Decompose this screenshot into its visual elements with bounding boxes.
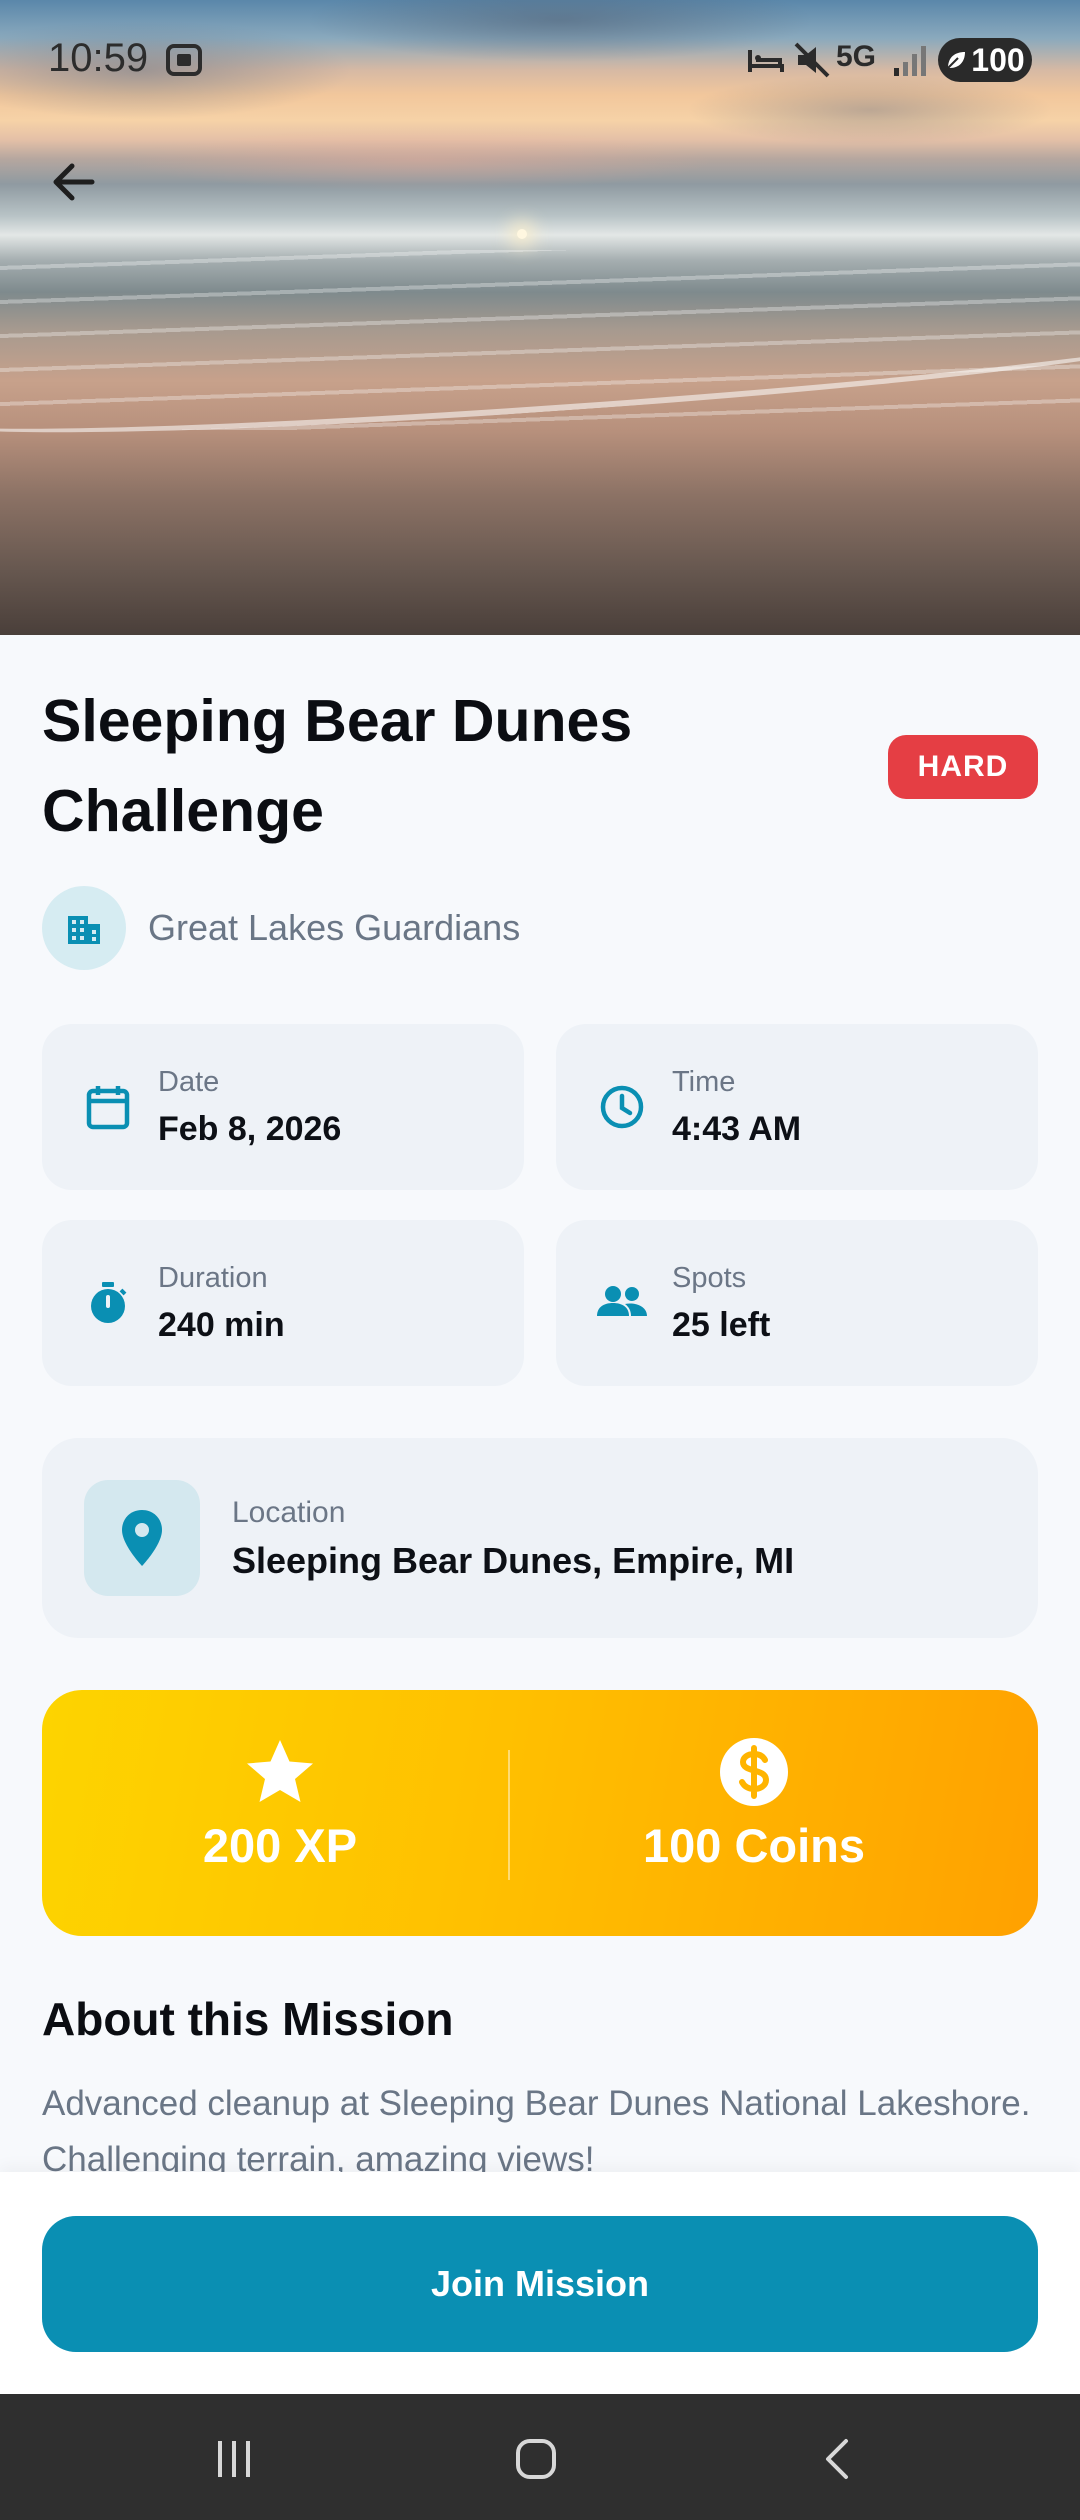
- spots-value: 25 left: [672, 1306, 771, 1344]
- recent-apps-button[interactable]: [204, 2432, 264, 2486]
- status-time: 10:59: [48, 36, 149, 80]
- sleep-mode-icon: [746, 40, 786, 85]
- star-icon: [80, 1736, 480, 1808]
- mute-icon: [792, 40, 832, 85]
- time-label: Time: [672, 1066, 736, 1098]
- screenshot-icon: [164, 40, 204, 85]
- system-nav-bar: [0, 2394, 1080, 2520]
- location-card[interactable]: Location Sleeping Bear Dunes, Empire, MI: [42, 1438, 1038, 1638]
- back-button[interactable]: [36, 144, 112, 220]
- mission-detail-screen: 10:59 5G 100 Sleeping Bear Dunes Challen…: [0, 0, 1080, 2520]
- date-card: Date Feb 8, 2026: [42, 1024, 524, 1190]
- mission-title: Sleeping Bear Dunes Challenge: [42, 688, 633, 844]
- clock-icon: [592, 1077, 652, 1137]
- reward-divider: [508, 1750, 510, 1880]
- join-mission-button[interactable]: Join Mission: [42, 2216, 1038, 2352]
- xp-value: 200 XP: [202, 1819, 358, 1872]
- difficulty-badge: HARD: [888, 735, 1038, 799]
- home-icon: [516, 2439, 556, 2479]
- about-text: Advanced cleanup at Sleeping Bear Dunes …: [42, 2084, 1031, 2172]
- battery-level: 100: [971, 41, 1025, 78]
- dollar-coin-icon: [554, 1736, 954, 1808]
- map-pin-icon: [122, 1510, 162, 1566]
- chevron-left-icon: [826, 2439, 848, 2479]
- organization-row[interactable]: Great Lakes Guardians: [42, 886, 520, 970]
- organization-name: Great Lakes Guardians: [148, 907, 521, 948]
- arrow-left-icon: [53, 163, 95, 201]
- network-type: 5G: [836, 40, 877, 73]
- date-value: Feb 8, 2026: [158, 1110, 342, 1148]
- battery-indicator: 100: [938, 38, 1032, 82]
- calendar-icon: [78, 1077, 138, 1137]
- coins-reward: 100 Coins: [554, 1736, 954, 1873]
- signal-icon: [892, 40, 928, 85]
- location-icon-box: [84, 1480, 200, 1596]
- people-icon: [592, 1273, 652, 1333]
- duration-label: Duration: [158, 1262, 268, 1294]
- location-label: Location: [232, 1496, 346, 1529]
- date-label: Date: [158, 1066, 220, 1098]
- spots-label: Spots: [672, 1262, 747, 1294]
- home-button[interactable]: [506, 2432, 566, 2486]
- duration-card: Duration 240 min: [42, 1220, 524, 1386]
- time-value: 4:43 AM: [672, 1110, 802, 1148]
- location-value: Sleeping Bear Dunes, Empire, MI: [232, 1540, 795, 1581]
- building-icon: [68, 916, 100, 944]
- about-title: About this Mission: [42, 1993, 454, 2045]
- rewards-card: 200 XP 100 Coins: [42, 1690, 1038, 1936]
- org-avatar: [42, 886, 126, 970]
- recent-apps-icon: [218, 2441, 250, 2477]
- xp-reward: 200 XP: [80, 1736, 480, 1873]
- coins-value: 100 Coins: [642, 1819, 866, 1872]
- bottom-action-bar: Join Mission: [0, 2172, 1080, 2394]
- status-bar: 10:59 5G 100: [0, 0, 1080, 120]
- time-card: Time 4:43 AM: [556, 1024, 1038, 1190]
- system-back-button[interactable]: [808, 2432, 868, 2486]
- spots-card: Spots 25 left: [556, 1220, 1038, 1386]
- leaf-icon: [947, 52, 966, 69]
- duration-value: 240 min: [158, 1306, 285, 1344]
- stopwatch-icon: [78, 1273, 138, 1333]
- hero-sun: [517, 229, 527, 239]
